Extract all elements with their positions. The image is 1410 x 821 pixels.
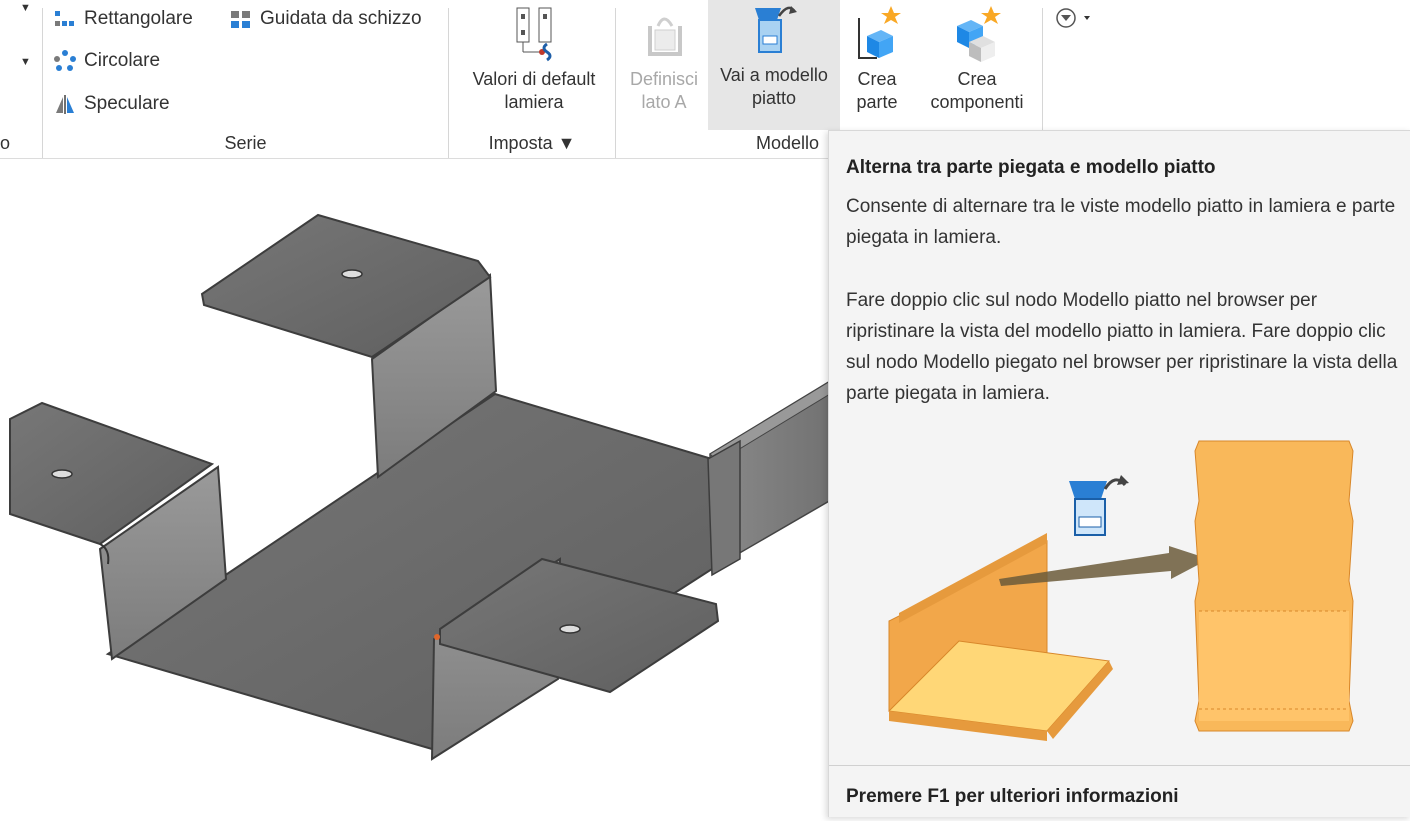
tooltip-illustration xyxy=(887,440,1354,741)
define-a-side-button[interactable]: Definisci lato A xyxy=(622,0,706,114)
go-to-flat-pattern-label-1: Vai a modello xyxy=(720,65,828,85)
flat-pattern-command-icon xyxy=(1069,475,1129,536)
rectangular-pattern-button[interactable]: Rettangolare xyxy=(54,6,193,32)
mirror-label: Speculare xyxy=(84,93,170,114)
rectangular-pattern-label: Rettangolare xyxy=(84,8,193,29)
define-a-side-icon xyxy=(640,4,688,64)
group-label-imposta[interactable]: Imposta ▼ xyxy=(449,132,615,154)
rectangular-pattern-icon xyxy=(54,8,76,30)
define-a-side-label-1: Definisci xyxy=(629,69,699,89)
define-a-side-label-2: lato A xyxy=(641,92,687,112)
create-part-label-2: parte xyxy=(856,92,898,112)
tooltip-description: Consente di alternare tra le viste model… xyxy=(846,196,1396,248)
sketch-driven-pattern-button[interactable]: Guidata da schizzo xyxy=(230,6,422,32)
create-components-label-1: Crea xyxy=(957,69,997,89)
overflow-expand-icon xyxy=(1056,8,1090,28)
mirror-button[interactable]: Speculare xyxy=(54,91,170,117)
create-components-icon xyxy=(951,4,1003,64)
create-components-button[interactable]: Crea componenti xyxy=(914,0,1040,114)
tooltip-divider xyxy=(829,765,1410,766)
sketch-driven-pattern-icon xyxy=(230,8,252,30)
create-part-label-1: Crea xyxy=(857,69,897,89)
circular-pattern-label: Circolare xyxy=(84,50,161,71)
tooltip-help-hint: Premere F1 per ulteriori informazioni xyxy=(846,786,1179,807)
create-part-icon xyxy=(853,4,901,64)
go-to-flat-pattern-button[interactable]: Vai a modello piatto xyxy=(708,0,840,130)
circular-pattern-icon xyxy=(54,50,76,72)
sheet-metal-defaults-label-1: Valori di default xyxy=(472,69,596,89)
vertex-marker[interactable] xyxy=(434,634,440,640)
mirror-icon xyxy=(54,93,76,115)
circular-pattern-button[interactable]: Circolare xyxy=(54,48,160,74)
go-to-flat-pattern-label-2: piatto xyxy=(751,88,797,108)
dropdown-caret-icon[interactable]: ▼ xyxy=(20,56,31,68)
group-separator xyxy=(615,8,616,158)
sheet-metal-defaults-icon xyxy=(511,4,557,64)
create-part-button[interactable]: Crea parte xyxy=(842,0,912,114)
command-tooltip: Alterna tra parte piegata e modello piat… xyxy=(828,130,1410,817)
tooltip-title: Alterna tra parte piegata e modello piat… xyxy=(846,157,1216,178)
sketch-driven-pattern-label: Guidata da schizzo xyxy=(260,8,422,29)
sheet-metal-defaults-label-2: lamiera xyxy=(504,92,564,112)
sheet-metal-defaults-button[interactable]: Valori di default lamiera xyxy=(455,0,613,114)
go-to-flat-pattern-icon xyxy=(747,0,801,60)
overflow-dropdown[interactable] xyxy=(1054,6,1104,30)
group-label-serie: Serie xyxy=(224,133,267,153)
dropdown-caret-icon[interactable]: ▼ xyxy=(20,2,31,14)
tooltip-details: Fare doppio clic sul nodo Modello piatto… xyxy=(846,290,1398,404)
create-components-label-2: componenti xyxy=(930,92,1024,112)
group-label-cut: o xyxy=(0,133,11,153)
